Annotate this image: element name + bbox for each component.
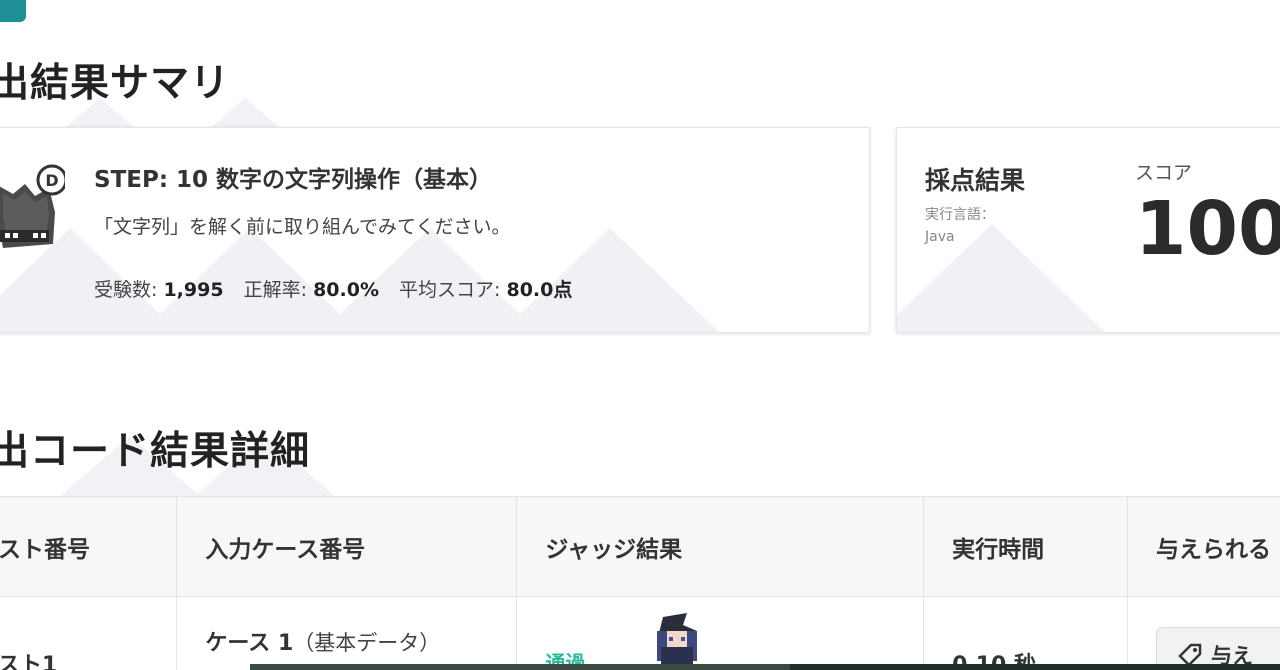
- summary-section-title: 出結果サマリ: [0, 61, 231, 106]
- language-value: Java: [925, 229, 955, 245]
- problem-stats: 受験数: 1,995 正解率: 80.0% 平均スコア: 80.0点: [94, 275, 572, 302]
- score-label: スコア: [1135, 162, 1193, 184]
- case-note: （基本データ）: [293, 631, 441, 655]
- score-card-title: 採点結果: [925, 166, 1026, 195]
- column-header-time: 実行時間: [923, 496, 1128, 597]
- problem-title[interactable]: STEP: 10 数字の文字列操作（基本）: [94, 160, 492, 194]
- examinees-value: 1,995: [163, 279, 224, 301]
- avg-score-value: 80.0点: [506, 279, 573, 301]
- scrollbar-thumb[interactable]: [250, 664, 790, 670]
- column-header-test: スト番号: [0, 496, 178, 597]
- monster-mascot-icon: D: [0, 164, 65, 248]
- table-row: スト1 ケース 1（基本データ） 通過 0.10 秒 与え: [0, 596, 1280, 670]
- horizontal-scrollbar[interactable]: [250, 664, 1280, 670]
- cell-given: 与え: [1127, 596, 1280, 670]
- score-card: 採点結果 実行言語： Java スコア 100: [896, 127, 1280, 333]
- result-table: スト番号 入力ケース番号 ジャッジ結果 実行時間 与えられる スト1 ケース 1…: [0, 496, 1280, 670]
- accuracy-value: 80.0%: [313, 279, 379, 301]
- score-value: 100: [1135, 186, 1280, 272]
- column-header-case: 入力ケース番号: [176, 496, 518, 597]
- cell-test: スト1: [0, 596, 178, 670]
- column-header-given: 与えられる: [1127, 496, 1280, 597]
- examinees-label: 受験数:: [94, 279, 158, 301]
- detail-section-title: 出コード結果詳細: [0, 429, 311, 474]
- language-label: 実行言語：: [925, 207, 995, 223]
- avg-score-label: 平均スコア:: [399, 279, 501, 301]
- problem-card: D STEP: 10 数字の文字列操作（基本） 「文字列」を解く前に取り組んでみ…: [0, 127, 870, 333]
- test-number: スト1: [0, 653, 58, 670]
- cell-case: ケース 1（基本データ）: [176, 596, 518, 670]
- accuracy-label: 正解率:: [243, 279, 308, 301]
- cell-time: 0.10 秒: [923, 596, 1128, 670]
- wizard-character-icon: [657, 613, 698, 670]
- case-label: ケース 1: [205, 631, 294, 656]
- cell-judge: 通過: [516, 596, 925, 670]
- column-header-judge: ジャッジ結果: [516, 496, 925, 597]
- table-header-row: スト番号 入力ケース番号 ジャッジ結果 実行時間 与えられる: [0, 496, 1280, 597]
- problem-description: 「文字列」を解く前に取り組んでみてください。: [94, 216, 511, 238]
- top-tab[interactable]: [0, 0, 26, 22]
- rank-badge-label: D: [45, 171, 58, 190]
